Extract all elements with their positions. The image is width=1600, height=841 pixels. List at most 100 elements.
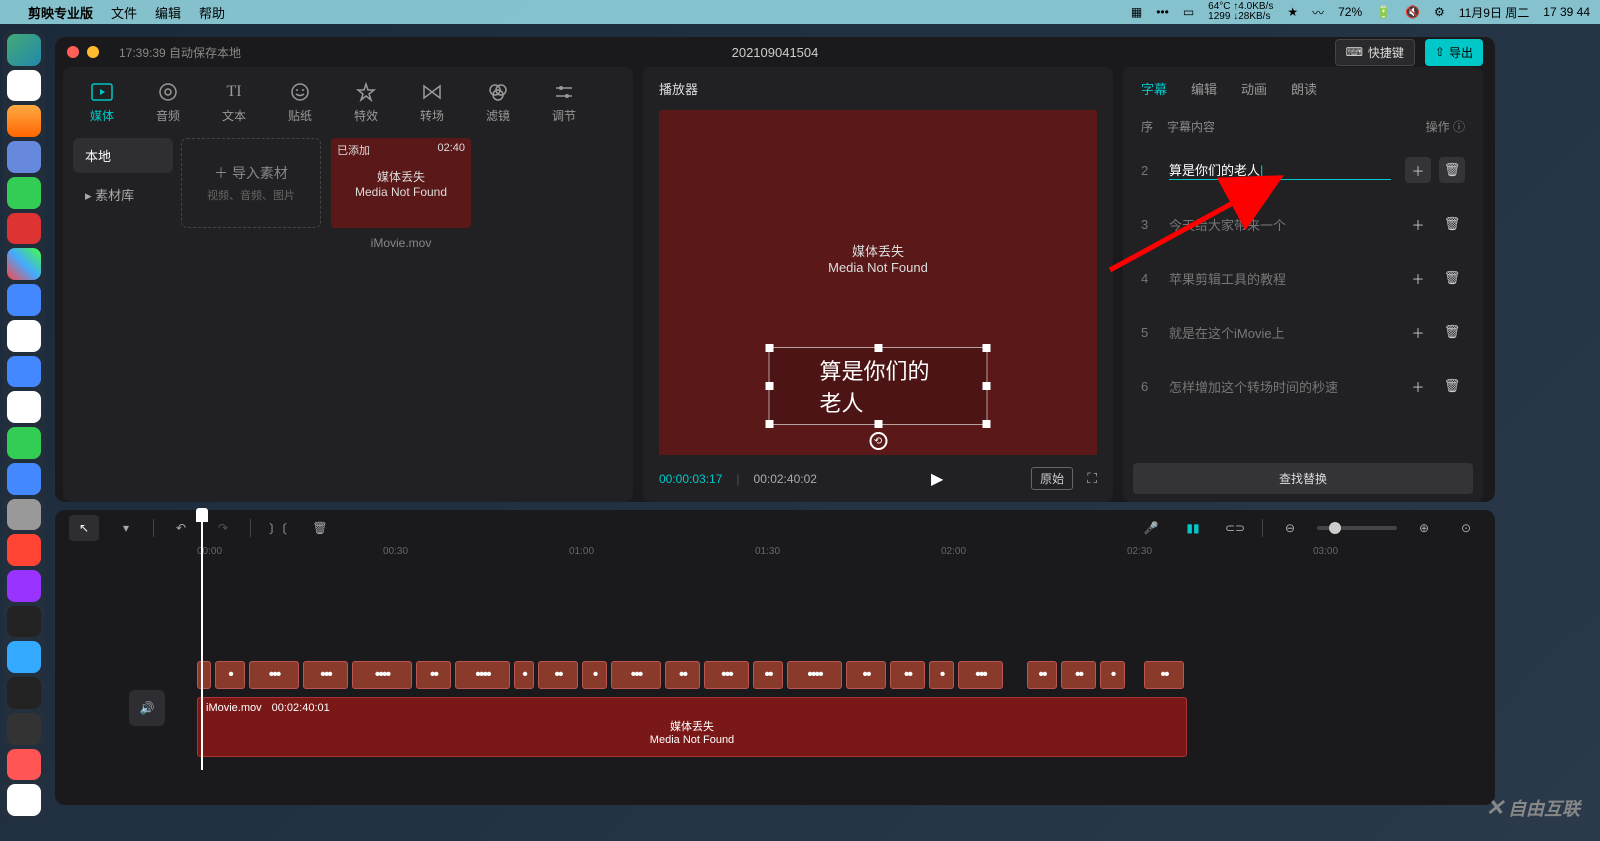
- pointer-tool[interactable]: ↖: [69, 515, 99, 541]
- subtitle-clip[interactable]: •••: [611, 661, 661, 689]
- add-subtitle-button[interactable]: ＋: [1405, 319, 1431, 345]
- sidebar-item-library[interactable]: ▸ 素材库: [73, 177, 173, 212]
- tab-text[interactable]: TI文本: [205, 75, 263, 130]
- subtitle-row[interactable]: 3 今天给大家带来一个 ＋🗑: [1133, 197, 1473, 251]
- zoom-fit-button[interactable]: ⊙: [1451, 515, 1481, 541]
- tab-audio[interactable]: 音频: [139, 75, 197, 130]
- delete-subtitle-button[interactable]: 🗑: [1439, 373, 1465, 399]
- subtitle-clip[interactable]: ••: [1144, 661, 1184, 689]
- tab-filter[interactable]: 滤镜: [469, 75, 527, 130]
- dock-app-11[interactable]: [7, 391, 41, 423]
- resize-handle[interactable]: [766, 344, 774, 352]
- control-center-icon[interactable]: ⚙: [1434, 5, 1445, 19]
- tab-media[interactable]: 媒体: [73, 75, 131, 130]
- minimize-button[interactable]: [87, 46, 99, 58]
- close-button[interactable]: [67, 46, 79, 58]
- subtitle-clip[interactable]: ••: [665, 661, 700, 689]
- subtitle-clip[interactable]: ••: [846, 661, 886, 689]
- dock-app-6[interactable]: [7, 213, 41, 245]
- dock-app-20[interactable]: [7, 713, 41, 745]
- play-button[interactable]: ▶: [931, 469, 943, 489]
- tab-effects[interactable]: 特效: [337, 75, 395, 130]
- volume-icon[interactable]: 🔇: [1405, 5, 1420, 19]
- subtitle-clip[interactable]: •: [1100, 661, 1125, 689]
- magnet-tool[interactable]: ▮▮: [1178, 515, 1208, 541]
- dock-app-4[interactable]: [7, 141, 41, 173]
- tab-transition[interactable]: 转场: [403, 75, 461, 130]
- zoom-slider[interactable]: [1317, 526, 1397, 530]
- dock-app-13[interactable]: [7, 463, 41, 495]
- media-clip[interactable]: 已添加 02:40 媒体丢失 Media Not Found iMovie.mo…: [331, 138, 471, 502]
- resize-handle[interactable]: [983, 344, 991, 352]
- playhead[interactable]: [201, 510, 203, 770]
- subtitle-clip[interactable]: [197, 661, 211, 689]
- subtitle-clip[interactable]: ••: [753, 661, 783, 689]
- dock-app-3[interactable]: [7, 105, 41, 137]
- resize-handle[interactable]: [766, 382, 774, 390]
- menubar-time[interactable]: 17 39 44: [1543, 5, 1590, 19]
- dock-app-15[interactable]: [7, 534, 41, 566]
- tab-sticker[interactable]: 贴纸: [271, 75, 329, 130]
- resize-handle[interactable]: [874, 420, 882, 428]
- subtitle-clip[interactable]: •••: [958, 661, 1003, 689]
- resize-handle[interactable]: [983, 382, 991, 390]
- add-subtitle-button[interactable]: ＋: [1405, 265, 1431, 291]
- subtitle-clip[interactable]: ••: [538, 661, 578, 689]
- tab-edit[interactable]: 编辑: [1191, 79, 1217, 98]
- delete-subtitle-button[interactable]: 🗑: [1439, 157, 1465, 183]
- subtitle-row[interactable]: 4 苹果剪辑工具的教程 ＋🗑: [1133, 251, 1473, 305]
- subtitle-row[interactable]: 6 怎样增加这个转场时间的秒速 ＋🗑: [1133, 359, 1473, 413]
- split-tool[interactable]: 〕〔: [263, 515, 293, 541]
- subtitle-clip[interactable]: •: [215, 661, 245, 689]
- dots-icon[interactable]: •••: [1156, 5, 1169, 19]
- dock-app-21[interactable]: [7, 749, 41, 781]
- subtitle-text-input[interactable]: 算是你们的老人|: [1169, 160, 1391, 180]
- find-replace-button[interactable]: 查找替换: [1133, 463, 1473, 494]
- display-icon[interactable]: ▭: [1183, 5, 1194, 19]
- delete-subtitle-button[interactable]: 🗑: [1439, 265, 1465, 291]
- aspect-ratio-button[interactable]: 原始: [1031, 467, 1073, 490]
- dock-app-18[interactable]: [7, 641, 41, 673]
- subtitle-clip[interactable]: ••: [1027, 661, 1057, 689]
- subtitle-clip[interactable]: ••: [416, 661, 451, 689]
- dock-app-7[interactable]: [7, 248, 41, 280]
- fullscreen-button[interactable]: ⛶: [1087, 470, 1097, 487]
- subtitle-clip[interactable]: ••••: [787, 661, 842, 689]
- menu-file[interactable]: 文件: [111, 3, 137, 22]
- dock-app-10[interactable]: [7, 356, 41, 388]
- delete-subtitle-button[interactable]: 🗑: [1439, 211, 1465, 237]
- menu-help[interactable]: 帮助: [199, 3, 225, 22]
- mic-icon[interactable]: 🎤: [1136, 515, 1166, 541]
- subtitle-clip[interactable]: •••: [704, 661, 749, 689]
- timeline-ruler[interactable]: 00:00 00:30 01:00 01:30 02:00 02:30 03:0…: [69, 546, 1481, 566]
- dock-app-14[interactable]: [7, 499, 41, 531]
- zoom-out-button[interactable]: ⊖: [1275, 515, 1305, 541]
- resize-handle[interactable]: [874, 344, 882, 352]
- tab-read[interactable]: 朗读: [1291, 79, 1317, 98]
- track-mute-button[interactable]: 🔊: [129, 690, 165, 726]
- video-track-clip[interactable]: iMovie.mov 00:02:40:01 媒体丢失 Media Not Fo…: [197, 697, 1187, 757]
- dock-app-9[interactable]: [7, 320, 41, 352]
- grid-icon[interactable]: ▦: [1131, 5, 1142, 19]
- resize-handle[interactable]: [766, 420, 774, 428]
- subtitle-overlay[interactable]: 算是你们的老人 ⟲: [769, 347, 988, 425]
- menubar-date[interactable]: 11月9日 周二: [1459, 4, 1529, 21]
- subtitle-clip[interactable]: •: [514, 661, 534, 689]
- tab-animation[interactable]: 动画: [1241, 79, 1267, 98]
- subtitle-clip[interactable]: ••••: [352, 661, 412, 689]
- dock-app-12[interactable]: [7, 427, 41, 459]
- undo-button[interactable]: ↶: [166, 515, 196, 541]
- dock-app-5[interactable]: [7, 177, 41, 209]
- add-subtitle-button[interactable]: ＋: [1405, 373, 1431, 399]
- delete-tool[interactable]: 🗑: [305, 515, 335, 541]
- subtitle-clip[interactable]: ••••: [455, 661, 510, 689]
- redo-button[interactable]: ↷: [208, 515, 238, 541]
- subtitle-row[interactable]: 5 就是在这个iMovie上 ＋🗑: [1133, 305, 1473, 359]
- dock-app-16[interactable]: [7, 570, 41, 602]
- subtitle-clip[interactable]: •••: [249, 661, 299, 689]
- chevron-down-icon[interactable]: ▾: [111, 515, 141, 541]
- subtitle-clip[interactable]: •••: [303, 661, 348, 689]
- import-media-button[interactable]: ＋ 导入素材 视频、音频、图片: [181, 138, 321, 228]
- dock-app-17[interactable]: [7, 606, 41, 638]
- resize-handle[interactable]: [983, 420, 991, 428]
